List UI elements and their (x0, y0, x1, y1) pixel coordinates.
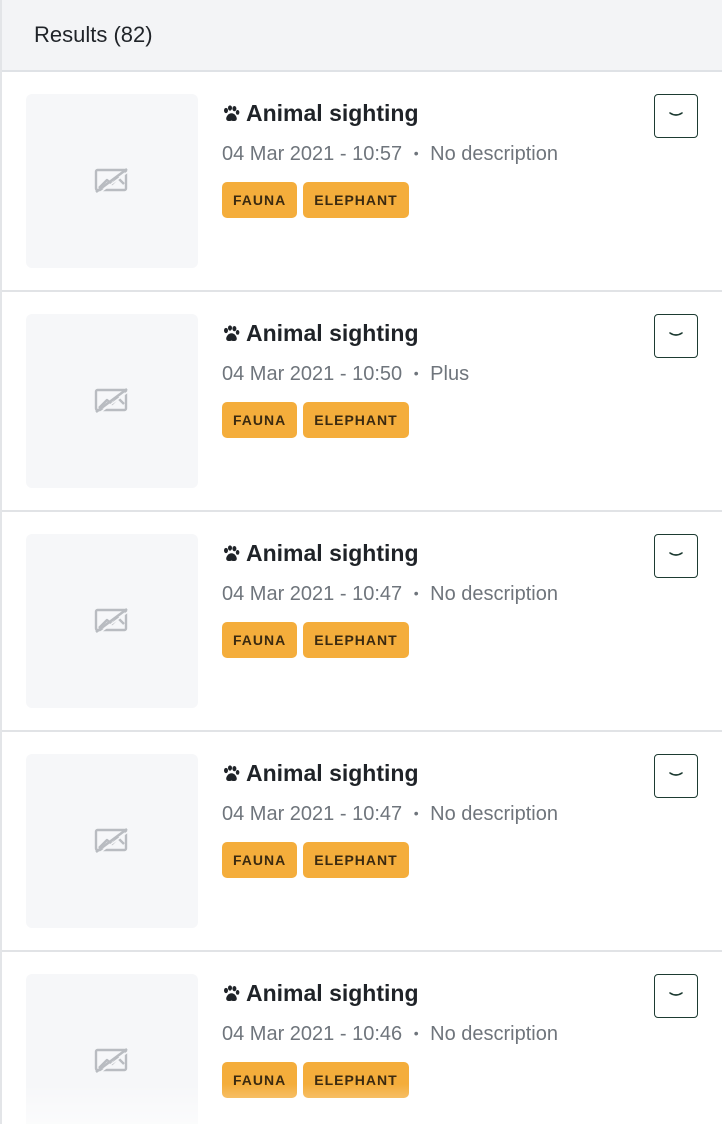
result-datetime: 04 Mar 2021 - 10:50 (222, 363, 403, 385)
chevron-down-icon (667, 327, 685, 345)
image-unavailable-icon (94, 386, 130, 416)
result-meta: 04 Mar 2021 - 10:47 • No description (222, 803, 558, 826)
result-card[interactable]: Animal sighting 04 Mar 2021 - 10:47 • No… (2, 732, 722, 952)
result-tags: FAUNA ELEPHANT (222, 622, 409, 658)
result-datetime: 04 Mar 2021 - 10:47 (222, 803, 403, 825)
result-thumbnail[interactable] (26, 534, 198, 708)
result-card[interactable]: Animal sighting 04 Mar 2021 - 10:50 • Pl… (2, 292, 722, 512)
result-description: Plus (430, 363, 470, 385)
result-title-row[interactable]: Animal sighting (222, 540, 419, 567)
result-thumbnail[interactable] (26, 94, 198, 268)
results-header: Results (82) (2, 0, 722, 72)
expand-result-button[interactable] (654, 94, 698, 138)
chevron-down-icon (667, 107, 685, 125)
meta-separator: • (413, 145, 419, 161)
result-description: No description (430, 1023, 558, 1045)
result-datetime: 04 Mar 2021 - 10:47 (222, 583, 403, 605)
paw-icon (222, 324, 240, 343)
result-datetime: 04 Mar 2021 - 10:57 (222, 143, 403, 165)
result-meta: 04 Mar 2021 - 10:47 • No description (222, 583, 558, 606)
result-thumbnail[interactable] (26, 314, 198, 488)
expand-result-button[interactable] (654, 534, 698, 578)
meta-separator: • (413, 805, 419, 821)
results-count-title: Results (82) (34, 22, 153, 47)
result-card[interactable]: Animal sighting 04 Mar 2021 - 10:46 • No… (2, 952, 722, 1124)
expand-result-button[interactable] (654, 314, 698, 358)
result-thumbnail[interactable] (26, 754, 198, 928)
result-meta: 04 Mar 2021 - 10:46 • No description (222, 1023, 558, 1046)
paw-icon (222, 984, 240, 1003)
tag-badge[interactable]: ELEPHANT (303, 182, 409, 218)
image-unavailable-icon (94, 826, 130, 856)
result-description: No description (430, 143, 558, 165)
result-title: Animal sighting (246, 100, 419, 126)
tag-badge[interactable]: FAUNA (222, 842, 298, 878)
tag-badge[interactable]: ELEPHANT (303, 1062, 409, 1098)
image-unavailable-icon (94, 1046, 130, 1076)
tag-badge[interactable]: FAUNA (222, 182, 298, 218)
result-title-row[interactable]: Animal sighting (222, 760, 419, 787)
result-thumbnail[interactable] (26, 974, 198, 1124)
result-card[interactable]: Animal sighting 04 Mar 2021 - 10:57 • No… (2, 72, 722, 292)
chevron-down-icon (667, 987, 685, 1005)
paw-icon (222, 544, 240, 563)
paw-icon (222, 764, 240, 783)
meta-separator: • (413, 365, 419, 381)
tag-badge[interactable]: FAUNA (222, 622, 298, 658)
result-tags: FAUNA ELEPHANT (222, 402, 409, 438)
tag-badge[interactable]: FAUNA (222, 402, 298, 438)
result-tags: FAUNA ELEPHANT (222, 182, 409, 218)
result-meta: 04 Mar 2021 - 10:57 • No description (222, 143, 558, 166)
result-meta: 04 Mar 2021 - 10:50 • Plus (222, 363, 469, 386)
expand-result-button[interactable] (654, 754, 698, 798)
results-list: Animal sighting 04 Mar 2021 - 10:57 • No… (2, 72, 722, 1124)
tag-badge[interactable]: FAUNA (222, 1062, 298, 1098)
result-description: No description (430, 803, 558, 825)
result-title: Animal sighting (246, 980, 419, 1006)
result-title-row[interactable]: Animal sighting (222, 100, 419, 127)
result-tags: FAUNA ELEPHANT (222, 842, 409, 878)
result-card[interactable]: Animal sighting 04 Mar 2021 - 10:47 • No… (2, 512, 722, 732)
result-description: No description (430, 583, 558, 605)
image-unavailable-icon (94, 606, 130, 636)
chevron-down-icon (667, 767, 685, 785)
results-panel: Results (82) Animal sighting 04 Mar 2021… (0, 0, 722, 1124)
tag-badge[interactable]: ELEPHANT (303, 842, 409, 878)
result-title-row[interactable]: Animal sighting (222, 980, 419, 1007)
chevron-down-icon (667, 547, 685, 565)
expand-result-button[interactable] (654, 974, 698, 1018)
image-unavailable-icon (94, 166, 130, 196)
result-title: Animal sighting (246, 760, 419, 786)
result-datetime: 04 Mar 2021 - 10:46 (222, 1023, 403, 1045)
meta-separator: • (413, 585, 419, 601)
paw-icon (222, 104, 240, 123)
meta-separator: • (413, 1025, 419, 1041)
result-title: Animal sighting (246, 540, 419, 566)
tag-badge[interactable]: ELEPHANT (303, 622, 409, 658)
result-tags: FAUNA ELEPHANT (222, 1062, 409, 1098)
result-title-row[interactable]: Animal sighting (222, 320, 419, 347)
result-title: Animal sighting (246, 320, 419, 346)
tag-badge[interactable]: ELEPHANT (303, 402, 409, 438)
